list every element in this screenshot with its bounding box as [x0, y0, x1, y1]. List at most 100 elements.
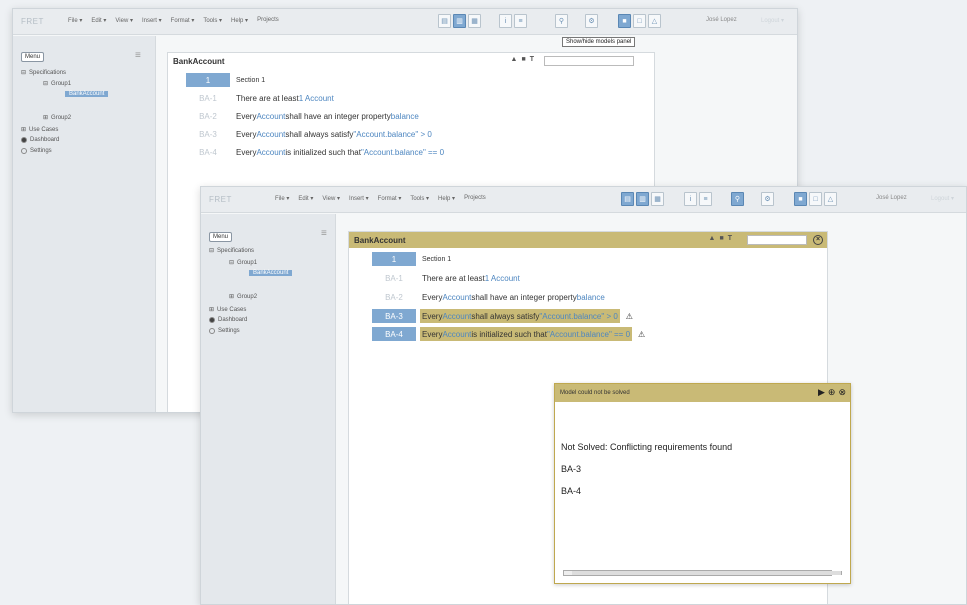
panel-icon[interactable]: ■: [618, 14, 631, 28]
menu-projects[interactable]: Projects: [257, 17, 279, 24]
filter-icon[interactable]: ■: [719, 235, 723, 242]
hamburger-icon[interactable]: ≡: [135, 50, 141, 61]
req-row-ba3[interactable]: BA-3 Every Account shall always satisfy …: [186, 127, 434, 141]
panel-icon[interactable]: ■: [794, 192, 807, 206]
grid-icon[interactable]: ▦: [651, 192, 664, 206]
menu-view[interactable]: View ▾: [322, 195, 340, 202]
close-icon[interactable]: ⊗: [838, 387, 846, 398]
panel-tools: ▲ ■ T: [709, 235, 732, 242]
models-panel-icon[interactable]: ⚙: [585, 14, 598, 28]
menu-format[interactable]: Format ▾: [171, 17, 195, 24]
tree-settings[interactable]: Settings: [21, 148, 52, 154]
req-row-ba4[interactable]: BA-4 Every Account is initialized such t…: [372, 327, 645, 341]
menu-edit[interactable]: Edit ▾: [298, 195, 313, 202]
logout-link[interactable]: Logout ▾: [931, 195, 954, 202]
req-row-ba3[interactable]: BA-3 Every Account shall always satisfy …: [372, 309, 633, 323]
grid-icon[interactable]: ▦: [468, 14, 481, 28]
user-name[interactable]: José Lopez: [706, 17, 737, 23]
tree-group2[interactable]: ⊞ Group2: [43, 114, 71, 122]
req-id: BA-3: [372, 309, 416, 323]
list-icon[interactable]: ≡: [699, 192, 712, 206]
sort-icon[interactable]: T: [728, 235, 732, 242]
hamburger-icon[interactable]: ≡: [321, 228, 327, 239]
menu-file[interactable]: File ▾: [68, 17, 82, 24]
menu-file[interactable]: File ▾: [275, 195, 289, 202]
req-row-ba2[interactable]: BA-2 Every Account shall have an integer…: [186, 109, 421, 123]
layout-active-icon[interactable]: ▥: [636, 192, 649, 206]
tree-settings[interactable]: Settings: [209, 328, 240, 334]
info-icon[interactable]: i: [499, 14, 512, 28]
view-toggle-group: ▤ ▥ ▦: [621, 192, 664, 206]
list-icon[interactable]: ≡: [514, 14, 527, 28]
horizontal-scrollbar[interactable]: [563, 570, 842, 576]
close-icon[interactable]: ×: [813, 235, 823, 245]
menu-tools[interactable]: Tools ▾: [203, 17, 222, 24]
panel3-icon[interactable]: △: [824, 192, 837, 206]
menu-edit[interactable]: Edit ▾: [91, 17, 106, 24]
user-name[interactable]: José Lopez: [876, 195, 907, 201]
warning-icon[interactable]: ⚠: [638, 330, 645, 339]
tree-specifications[interactable]: ⊟ Specifications: [21, 69, 66, 77]
panel-group: ■ □ △: [618, 14, 661, 28]
tree-bankaccount[interactable]: BankAccount: [65, 91, 109, 97]
panel-search-input[interactable]: [544, 56, 634, 66]
info-icon[interactable]: i: [684, 192, 697, 206]
models-panel-icon[interactable]: ⚙: [761, 192, 774, 206]
layout-icon[interactable]: ▤: [438, 14, 451, 28]
models-icon[interactable]: ⚲: [731, 192, 744, 206]
filter-icon[interactable]: ■: [521, 56, 525, 63]
models-group: ⚲: [555, 14, 568, 28]
tree-group1[interactable]: ⊟ Group1: [43, 80, 71, 88]
view-toggle-group: ▤ ▥ ▦: [438, 14, 481, 28]
dashboard-icon: [21, 137, 27, 143]
menu-insert[interactable]: Insert ▾: [142, 17, 162, 24]
gear-icon[interactable]: ⊕: [828, 387, 836, 398]
app-brand: FRET: [21, 17, 44, 26]
menu-view[interactable]: View ▾: [115, 17, 133, 24]
panel-header: BankAccount ▲ ■ T ×: [349, 232, 827, 248]
warning-icon[interactable]: ▲: [709, 235, 716, 242]
tree-use-cases[interactable]: ⊞ Use Cases: [21, 126, 58, 134]
req-id: BA-1: [199, 93, 217, 103]
sort-icon[interactable]: T: [530, 56, 534, 63]
tree-bankaccount[interactable]: BankAccount: [249, 270, 293, 276]
req-row-ba2[interactable]: BA-2 Every Account shall have an integer…: [372, 290, 607, 304]
menu-tools[interactable]: Tools ▾: [410, 195, 429, 202]
tree-group1[interactable]: ⊟ Group1: [229, 259, 257, 267]
panel-group: ■ □ △: [794, 192, 837, 206]
top-toolbar: FRET File ▾ Edit ▾ View ▾ Insert ▾ Forma…: [13, 9, 797, 35]
layout-active-icon[interactable]: ▥: [453, 14, 466, 28]
menu-help[interactable]: Help ▾: [231, 17, 248, 24]
tree-group2[interactable]: ⊞ Group2: [229, 293, 257, 301]
warning-icon[interactable]: ⚠: [626, 312, 633, 321]
tree-dashboard[interactable]: Dashboard: [21, 137, 59, 143]
menu-insert[interactable]: Insert ▾: [349, 195, 369, 202]
layout-icon[interactable]: ▤: [621, 192, 634, 206]
panel3-icon[interactable]: △: [648, 14, 661, 28]
req-row-ba1[interactable]: BA-1 There are at least 1 Account: [372, 271, 522, 285]
panel-search-input[interactable]: [747, 235, 807, 245]
req-row-ba4[interactable]: BA-4 Every Account is initialized such t…: [186, 145, 446, 159]
req-row-ba1[interactable]: BA-1 There are at least 1 Account: [186, 91, 336, 105]
models-icon[interactable]: ⚲: [555, 14, 568, 28]
section-row[interactable]: 1 Section 1: [186, 73, 267, 87]
req-id: BA-2: [385, 292, 403, 302]
panel2-icon[interactable]: □: [633, 14, 646, 28]
warning-icon[interactable]: ▲: [511, 56, 518, 63]
panel-title: BankAccount: [173, 56, 225, 66]
tree-specifications[interactable]: ⊟ Specifications: [209, 247, 254, 255]
menu-help[interactable]: Help ▾: [438, 195, 455, 202]
menu-button[interactable]: Menu: [209, 232, 233, 242]
scrollbar-thumb[interactable]: [572, 571, 842, 575]
tree-dashboard[interactable]: Dashboard: [209, 317, 247, 323]
play-icon[interactable]: ▶: [818, 387, 825, 398]
section-row[interactable]: 1 Section 1: [372, 252, 453, 266]
tree-use-cases[interactable]: ⊞ Use Cases: [209, 306, 246, 314]
panel2-icon[interactable]: □: [809, 192, 822, 206]
logout-link[interactable]: Logout ▾: [761, 17, 784, 24]
menu-button[interactable]: Menu: [21, 52, 45, 62]
menu-projects[interactable]: Projects: [464, 195, 486, 202]
models-panel-group: ⚙: [585, 14, 598, 28]
menu-format[interactable]: Format ▾: [378, 195, 402, 202]
model-result-dialog: Model could not be solved ▶ ⊕ ⊗ Not Solv…: [554, 383, 851, 584]
